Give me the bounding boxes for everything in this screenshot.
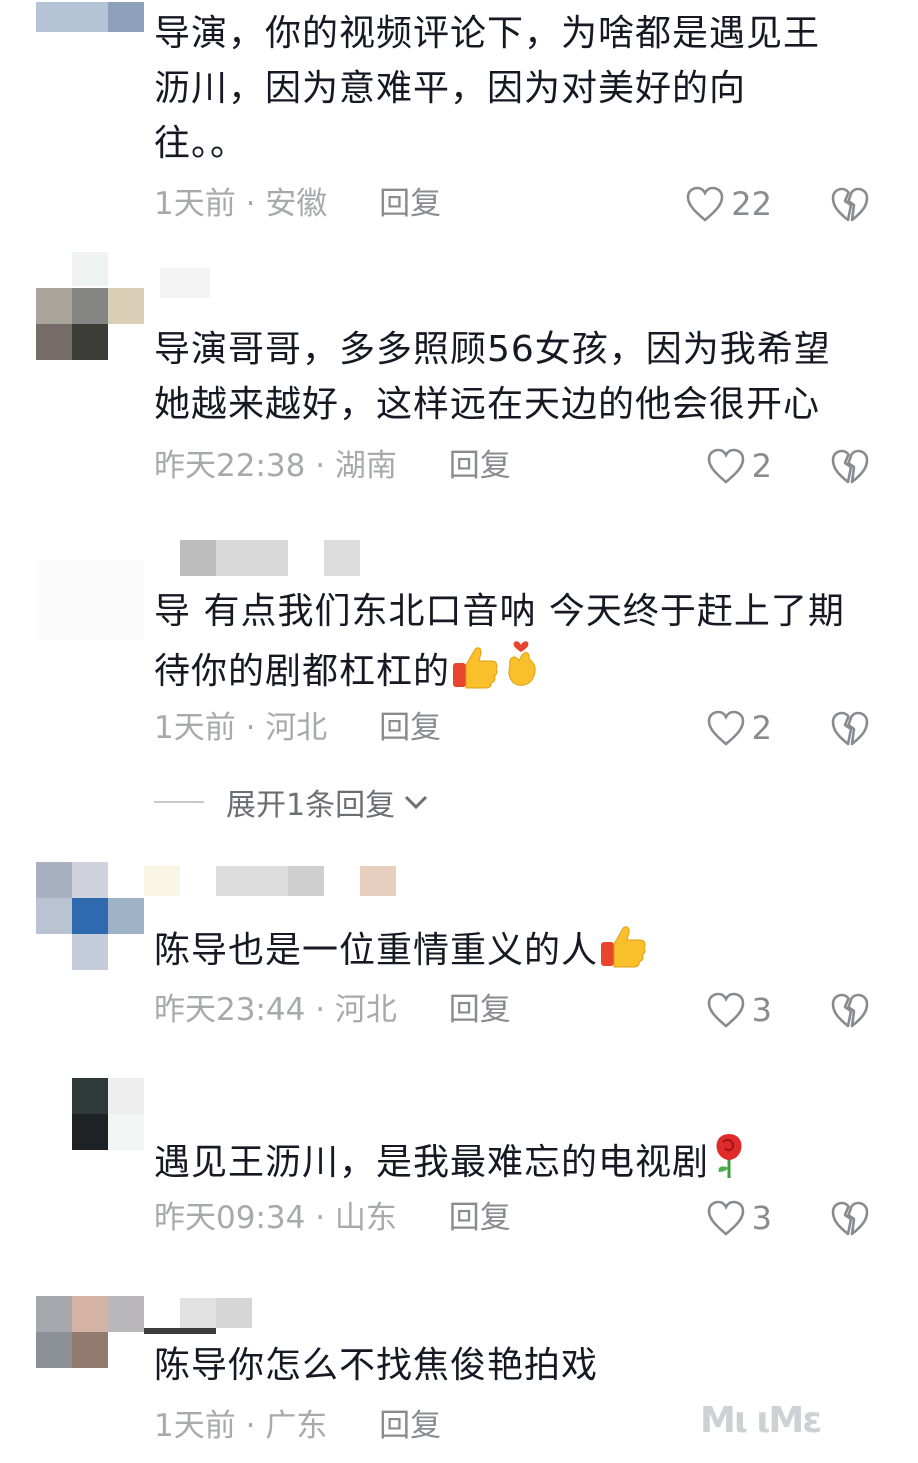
rose-icon [716,1134,742,1178]
like-count: 3 [751,1199,772,1237]
comment-text: 导 有点我们东北口音呐 今天终于赶上了期 待你的剧都杠杠的 [154,591,845,692]
chevron-down-icon [405,795,428,810]
comment-time: 昨天09:34 [154,1200,306,1236]
comment-text: 陈导也是一位重情重义的人 [154,922,874,978]
thumbs-up-icon [453,647,498,689]
avatar[interactable] [36,862,144,970]
comment-text: 导演，你的视频评论下，为啥都是遇见王 沥川，因为意难平，因为对美好的向 往。。 [154,13,821,164]
finger-heart-icon [508,641,536,686]
broken-heart-icon[interactable] [830,446,870,486]
heart-outline-icon [686,186,724,222]
comment-time: 1天前 [154,710,236,746]
watermark: Mι ιΜε [700,1400,822,1441]
username[interactable] [144,1298,252,1334]
comment-location: 广东 [265,1408,328,1444]
comment-time: 昨天23:44 [154,992,306,1028]
comment-meta: 昨天22:38 · 湖南 回复 [154,448,511,484]
heart-outline-icon [707,1200,744,1236]
comment-text: 遇见王沥川，是我最难忘的电视剧 [154,1130,874,1190]
like-count: 2 [751,447,772,485]
avatar[interactable] [36,252,144,360]
comment-location: 河北 [265,710,328,746]
like-count: 2 [751,709,772,747]
avatar[interactable] [36,540,144,648]
comment-location: 河北 [334,992,397,1028]
username[interactable] [160,268,220,298]
avatar[interactable] [36,1078,144,1186]
comment-text: 导演哥哥，多多照顾56女孩，因为我希望 她越来越好，这样远在天边的他会很开心 [154,329,831,425]
comment-meta: 昨天23:44 · 河北 回复 [154,992,511,1028]
reply-button[interactable]: 回复 [379,186,441,222]
comment-time: 1天前 [154,186,236,222]
like-button[interactable]: 3 [706,988,772,1032]
avatar[interactable] [36,0,144,38]
avatar[interactable] [36,1296,144,1404]
comment-meta: 1天前 · 河北 回复 [154,710,442,746]
divider [154,801,204,803]
comment-text: 陈导你怎么不找焦俊艳拍戏 [154,1345,599,1386]
comment-time: 昨天22:38 [154,448,306,484]
heart-outline-icon [707,992,744,1028]
comment-time: 1天前 [154,1408,236,1444]
comment-location: 山东 [334,1200,397,1236]
reply-button[interactable]: 回复 [379,710,441,746]
comment-meta: 1天前 · 安徽 回复 [154,186,442,222]
broken-heart-icon[interactable] [830,708,870,748]
heart-outline-icon [707,710,744,746]
comment-meta: 1天前 · 广东 回复 [154,1408,442,1444]
reply-button[interactable]: 回复 [449,992,511,1028]
comment-location: 湖南 [334,448,397,484]
expand-replies-label: 展开1条回复 [226,788,396,823]
like-button[interactable]: 2 [706,444,772,488]
comment-location: 安徽 [265,186,328,222]
username[interactable] [180,540,360,576]
like-button[interactable]: 2 [706,706,772,750]
thumbs-up-icon [601,926,646,968]
username[interactable] [144,866,396,896]
broken-heart-icon[interactable] [830,1198,870,1238]
reply-button[interactable]: 回复 [449,448,511,484]
like-button[interactable]: 3 [706,1196,772,1240]
like-count: 3 [751,991,772,1029]
comment-meta: 昨天09:34 · 山东 回复 [154,1200,511,1236]
like-count: 22 [731,185,772,223]
expand-replies-button[interactable]: 展开1条回复 [154,782,431,823]
reply-button[interactable]: 回复 [379,1408,441,1444]
heart-outline-icon [707,448,744,484]
like-button[interactable]: 22 [685,182,772,226]
broken-heart-icon[interactable] [830,184,870,224]
reply-button[interactable]: 回复 [449,1200,511,1236]
broken-heart-icon[interactable] [830,990,870,1030]
